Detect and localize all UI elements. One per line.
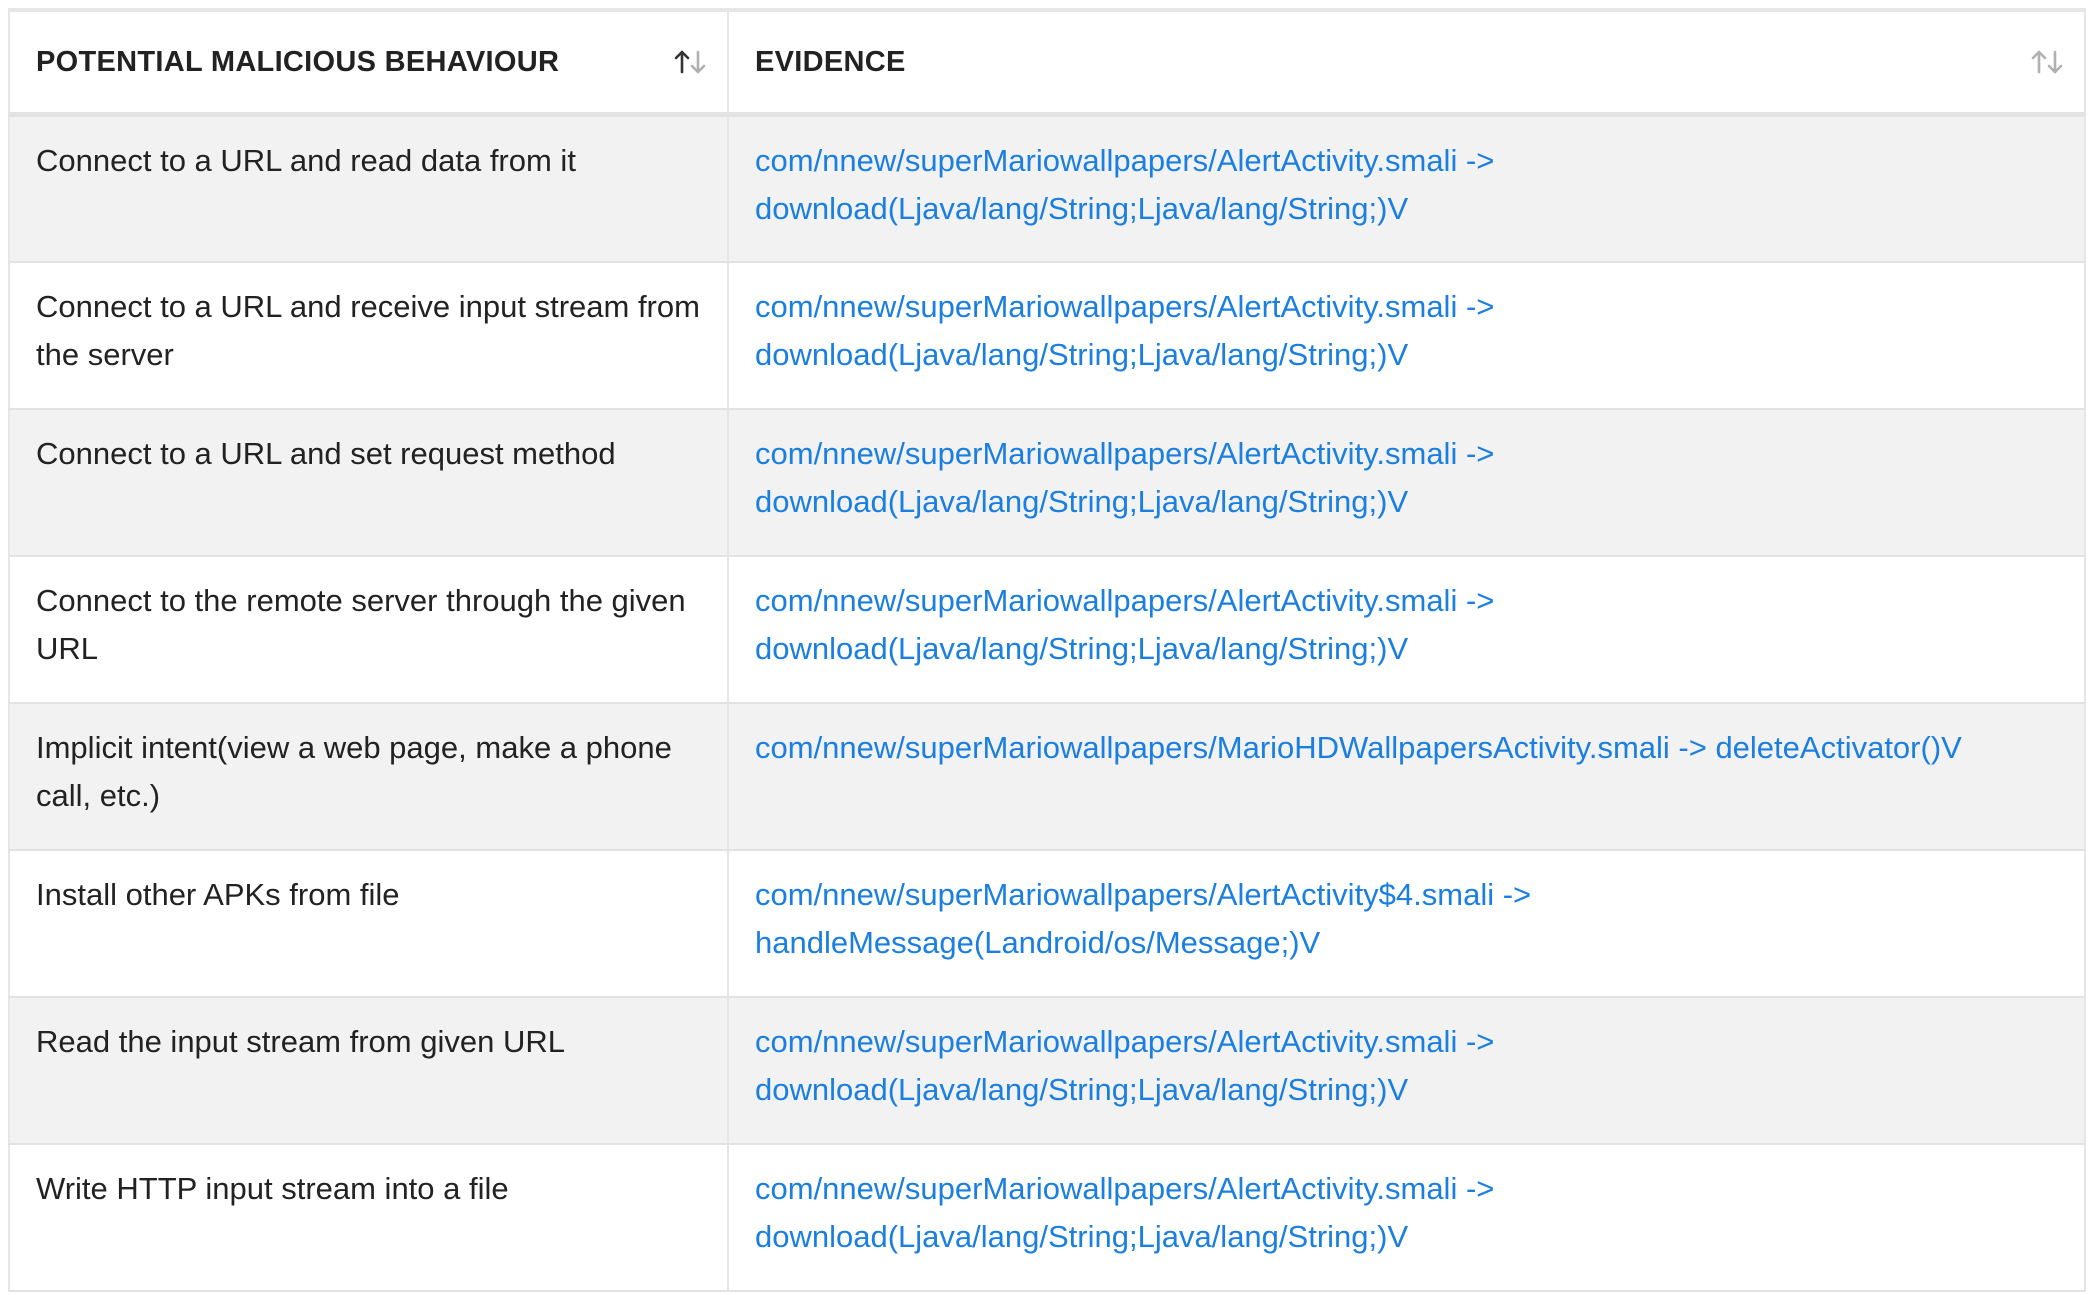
- evidence-line: com/nnew/superMariowallpapers/AlertActiv…: [755, 143, 1495, 178]
- evidence-cell: com/nnew/superMariowallpapers/AlertActiv…: [728, 996, 2085, 1145]
- behaviour-cell: Connect to a URL and set request method: [9, 408, 729, 557]
- table-row: Read the input stream from given URL com…: [9, 996, 2085, 1145]
- evidence-link[interactable]: com/nnew/superMariowallpapers/MarioHDWal…: [755, 724, 2060, 772]
- evidence-link[interactable]: com/nnew/superMariowallpapers/AlertActiv…: [755, 871, 2060, 967]
- table-row: Write HTTP input stream into a file com/…: [9, 1143, 2085, 1292]
- evidence-cell: com/nnew/superMariowallpapers/AlertActiv…: [728, 408, 2085, 557]
- evidence-link[interactable]: com/nnew/superMariowallpapers/AlertActiv…: [755, 283, 2060, 379]
- behaviour-cell: Install other APKs from file: [9, 849, 729, 998]
- evidence-link[interactable]: com/nnew/superMariowallpapers/AlertActiv…: [755, 1018, 2060, 1114]
- evidence-line: com/nnew/superMariowallpapers/AlertActiv…: [755, 582, 1495, 618]
- evidence-cell: com/nnew/superMariowallpapers/AlertActiv…: [728, 849, 2085, 998]
- column-header-label: POTENTIAL MALICIOUS BEHAVIOUR: [36, 45, 560, 78]
- evidence-link[interactable]: com/nnew/superMariowallpapers/AlertActiv…: [755, 577, 2060, 673]
- table-row: Connect to a URL and set request method …: [9, 408, 2085, 557]
- evidence-link[interactable]: com/nnew/superMariowallpapers/AlertActiv…: [755, 137, 2060, 233]
- evidence-cell: com/nnew/superMariowallpapers/AlertActiv…: [728, 1143, 2085, 1292]
- evidence-line: download(Ljava/lang/String;Ljava/lang/St…: [755, 1071, 1409, 1107]
- column-header-label: EVIDENCE: [755, 45, 906, 78]
- table-container: POTENTIAL MALICIOUS BEHAVIOUR EVIDENCE C…: [8, 8, 2086, 1292]
- behaviour-cell: Connect to the remote server through the…: [9, 555, 729, 704]
- behaviour-cell: Implicit intent(view a web page, make a …: [9, 702, 729, 851]
- evidence-line: com/nnew/superMariowallpapers/AlertActiv…: [755, 876, 1532, 912]
- evidence-line: com/nnew/superMariowallpapers/MarioHDWal…: [755, 729, 1962, 765]
- evidence-cell: com/nnew/superMariowallpapers/AlertActiv…: [728, 114, 2085, 263]
- evidence-line: download(Ljava/lang/String;Ljava/lang/St…: [755, 336, 1409, 372]
- behaviour-cell: Read the input stream from given URL: [9, 996, 729, 1145]
- evidence-line: download(Ljava/lang/String;Ljava/lang/St…: [755, 483, 1409, 519]
- table-row: Install other APKs from file com/nnew/su…: [9, 849, 2085, 998]
- behaviour-cell: Connect to a URL and receive input strea…: [9, 261, 729, 410]
- evidence-cell: com/nnew/superMariowallpapers/AlertActiv…: [728, 261, 2085, 410]
- evidence-line: download(Ljava/lang/String;Ljava/lang/St…: [755, 1218, 1409, 1254]
- behaviour-cell: Connect to a URL and read data from it: [9, 114, 729, 263]
- evidence-line: handleMessage(Landroid/os/Message;)V: [755, 924, 1321, 960]
- evidence-link[interactable]: com/nnew/superMariowallpapers/AlertActiv…: [755, 1165, 2060, 1261]
- sort-arrows-icon[interactable]: [2030, 48, 2066, 76]
- sort-arrows-icon[interactable]: [673, 48, 709, 76]
- column-header-behaviour[interactable]: POTENTIAL MALICIOUS BEHAVIOUR: [9, 10, 729, 117]
- evidence-line: download(Ljava/lang/String;Ljava/lang/St…: [755, 630, 1409, 666]
- table-row: Connect to the remote server through the…: [9, 555, 2085, 704]
- evidence-line: com/nnew/superMariowallpapers/AlertActiv…: [755, 288, 1495, 324]
- evidence-line: com/nnew/superMariowallpapers/AlertActiv…: [755, 1023, 1495, 1059]
- evidence-line: com/nnew/superMariowallpapers/AlertActiv…: [755, 1170, 1495, 1206]
- evidence-link[interactable]: com/nnew/superMariowallpapers/AlertActiv…: [755, 430, 2060, 526]
- column-header-evidence[interactable]: EVIDENCE: [728, 10, 2085, 117]
- malicious-behaviour-table: POTENTIAL MALICIOUS BEHAVIOUR EVIDENCE C…: [8, 8, 2086, 1292]
- table-row: Connect to a URL and read data from it c…: [9, 114, 2085, 263]
- table-row: Implicit intent(view a web page, make a …: [9, 702, 2085, 851]
- table-header: POTENTIAL MALICIOUS BEHAVIOUR EVIDENCE: [9, 10, 2085, 117]
- evidence-line: com/nnew/superMariowallpapers/AlertActiv…: [755, 435, 1495, 471]
- evidence-cell: com/nnew/superMariowallpapers/MarioHDWal…: [728, 702, 2085, 851]
- header-row: POTENTIAL MALICIOUS BEHAVIOUR EVIDENCE: [9, 10, 2085, 117]
- table-body: Connect to a URL and read data from it c…: [9, 114, 2085, 1292]
- behaviour-cell: Write HTTP input stream into a file: [9, 1143, 729, 1292]
- evidence-cell: com/nnew/superMariowallpapers/AlertActiv…: [728, 555, 2085, 704]
- evidence-line: download(Ljava/lang/String;Ljava/lang/St…: [755, 191, 1409, 226]
- table-row: Connect to a URL and receive input strea…: [9, 261, 2085, 410]
